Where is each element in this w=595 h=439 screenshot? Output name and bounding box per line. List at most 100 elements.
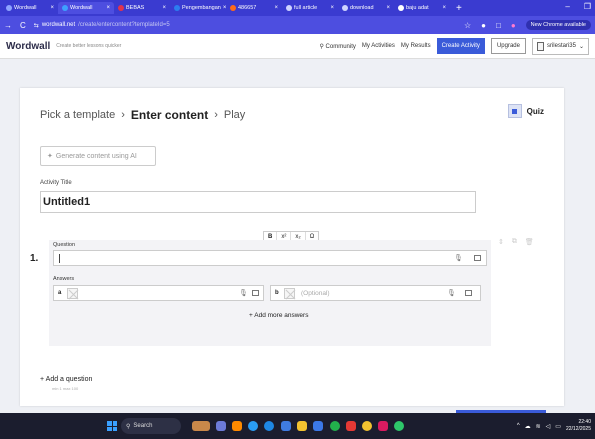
browser-tab[interactable]: full article × <box>282 2 338 14</box>
close-icon[interactable]: × <box>106 5 110 11</box>
answer-image-placeholder[interactable] <box>67 288 78 299</box>
clock[interactable]: 22:40 22/12/2025 <box>566 419 591 433</box>
close-icon[interactable]: × <box>442 5 446 11</box>
breadcrumb: Pick a template › Enter content › Play <box>40 108 245 122</box>
media-icon[interactable] <box>264 421 274 431</box>
wifi-icon[interactable]: ≋ <box>536 423 541 430</box>
upgrade-button[interactable]: Upgrade <box>490 38 526 54</box>
activity-title-input[interactable]: Untitled1 <box>40 191 476 213</box>
question-tools: ⇕ ⧉ 🗑 <box>498 238 534 246</box>
microphone-icon[interactable]: 🎙 <box>447 289 456 297</box>
template-badge[interactable]: Quiz <box>507 104 544 118</box>
spotify-icon[interactable] <box>330 421 340 431</box>
question-input[interactable]: 🎙 <box>53 250 487 266</box>
chrome-update-button[interactable]: New Chrome available <box>525 20 591 30</box>
quiz-template-icon <box>507 104 522 118</box>
system-tray: ^ ☁ ≋ ◁ ▭ 22:40 22/12/2025 <box>517 419 591 433</box>
task-view-icon[interactable] <box>216 421 226 431</box>
tab-label: BEBAS <box>126 5 145 11</box>
browser-tab[interactable]: baju adat × <box>394 2 450 14</box>
tab-favicon-icon <box>6 5 12 11</box>
window-controls: – ❐ <box>565 2 591 11</box>
browser-tabstrip: Wordwall × Wordwall × BEBAS × Pengembangan × 486… <box>0 0 595 16</box>
add-question-button[interactable]: + Add a question <box>40 376 92 383</box>
tab-label: 486657 <box>238 5 257 11</box>
new-tab-icon[interactable]: + <box>456 3 462 14</box>
site-settings-icon[interactable]: ⇆ <box>34 22 39 29</box>
close-icon[interactable]: × <box>274 5 278 11</box>
browser-tab[interactable]: BEBAS × <box>114 2 170 14</box>
app-icon[interactable] <box>378 421 388 431</box>
generate-ai-button[interactable]: ✦ Generate content using AI <box>40 146 156 166</box>
taskbar-search[interactable]: ⚲ Search <box>121 418 181 434</box>
tab-favicon-icon <box>118 5 124 11</box>
browser-tab[interactable]: download × <box>338 2 394 14</box>
activity-title-label: Activity Title <box>40 180 72 186</box>
delete-icon[interactable]: 🗑 <box>525 238 534 246</box>
answer-input-a[interactable]: a 🎙 <box>53 285 264 301</box>
duplicate-icon[interactable]: ⧉ <box>512 238 517 246</box>
edge-icon[interactable] <box>248 421 258 431</box>
app-icon[interactable] <box>232 421 242 431</box>
close-icon[interactable]: × <box>386 5 390 11</box>
reload-icon[interactable]: C <box>20 21 26 30</box>
close-icon[interactable]: × <box>162 5 166 11</box>
image-icon[interactable] <box>252 290 259 296</box>
question-number: 1. <box>30 253 39 264</box>
chevron-right-icon: › <box>121 109 125 121</box>
widgets-icon[interactable] <box>192 421 210 431</box>
battery-icon[interactable]: ▭ <box>555 423 561 430</box>
answers-label: Answers <box>53 276 75 282</box>
tab-favicon-icon <box>174 5 180 11</box>
microphone-icon[interactable]: 🎙 <box>239 289 248 297</box>
step-enter-content: Enter content <box>130 108 209 122</box>
tagline: Create better lessons quicker <box>56 43 122 49</box>
word-icon[interactable] <box>313 421 323 431</box>
pdf-icon[interactable] <box>346 421 356 431</box>
forward-icon[interactable]: → <box>4 21 12 30</box>
chevron-up-icon[interactable]: ^ <box>517 423 520 429</box>
step-pick-template[interactable]: Pick a template <box>40 109 115 121</box>
nav-my-activities[interactable]: My Activities <box>362 43 395 49</box>
add-more-answers-button[interactable]: + Add more answers <box>249 312 308 319</box>
url-field[interactable]: ⇆ wordwall.net/create/entercontent?templ… <box>34 22 170 29</box>
weather-icon[interactable]: ☁ <box>525 423 531 430</box>
whatsapp-icon[interactable] <box>394 421 404 431</box>
windows-start-icon[interactable] <box>107 421 117 431</box>
store-icon[interactable] <box>281 421 291 431</box>
user-menu[interactable]: srilestari35 ⌄ <box>531 37 589 55</box>
close-icon[interactable]: × <box>50 5 54 11</box>
address-bar: → C ⇆ wordwall.net/create/entercontent?t… <box>0 16 595 34</box>
downloads-icon[interactable]: □ <box>496 21 501 30</box>
browser-tab[interactable]: Wordwall × <box>58 2 114 14</box>
file-explorer-icon[interactable] <box>297 421 307 431</box>
profile-icon[interactable]: ● <box>511 21 516 30</box>
image-icon[interactable] <box>474 255 481 261</box>
nav-community[interactable]: ⚲ Community <box>319 43 355 50</box>
reorder-icon[interactable]: ⇕ <box>498 238 504 246</box>
answer-input-b[interactable]: b (Optional) 🎙 <box>270 285 481 301</box>
chevron-down-icon: ⌄ <box>578 43 584 50</box>
image-icon[interactable] <box>465 290 472 296</box>
browser-tab[interactable]: Wordwall × <box>2 2 58 14</box>
create-activity-button[interactable]: Create Activity <box>436 38 485 54</box>
taskbar: ⚲ Search ^ ☁ ≋ ◁ ▭ 22:40 22/12/2025 <box>0 413 595 439</box>
tab-favicon-icon <box>286 5 292 11</box>
microphone-icon[interactable]: 🎙 <box>454 254 463 262</box>
tab-label: full article <box>294 5 318 11</box>
browser-tab[interactable]: Pengembangan × <box>170 2 226 14</box>
tab-favicon-icon <box>398 5 404 11</box>
answer-image-placeholder[interactable] <box>284 288 295 299</box>
chrome-icon[interactable] <box>362 421 372 431</box>
close-icon[interactable]: × <box>330 5 334 11</box>
browser-tab[interactable]: 486657 × <box>226 2 282 14</box>
nav-my-results[interactable]: My Results <box>401 43 431 49</box>
restore-icon[interactable]: ❐ <box>584 2 591 11</box>
bookmark-star-icon[interactable]: ☆ <box>464 21 471 30</box>
wordwall-logo[interactable]: Wordwall <box>6 41 50 52</box>
sparkle-icon: ✦ <box>47 153 53 160</box>
volume-icon[interactable]: ◁ <box>546 423 551 430</box>
minimize-icon[interactable]: – <box>565 2 569 11</box>
step-play[interactable]: Play <box>224 109 245 121</box>
extension-icon[interactable]: ● <box>481 21 486 30</box>
